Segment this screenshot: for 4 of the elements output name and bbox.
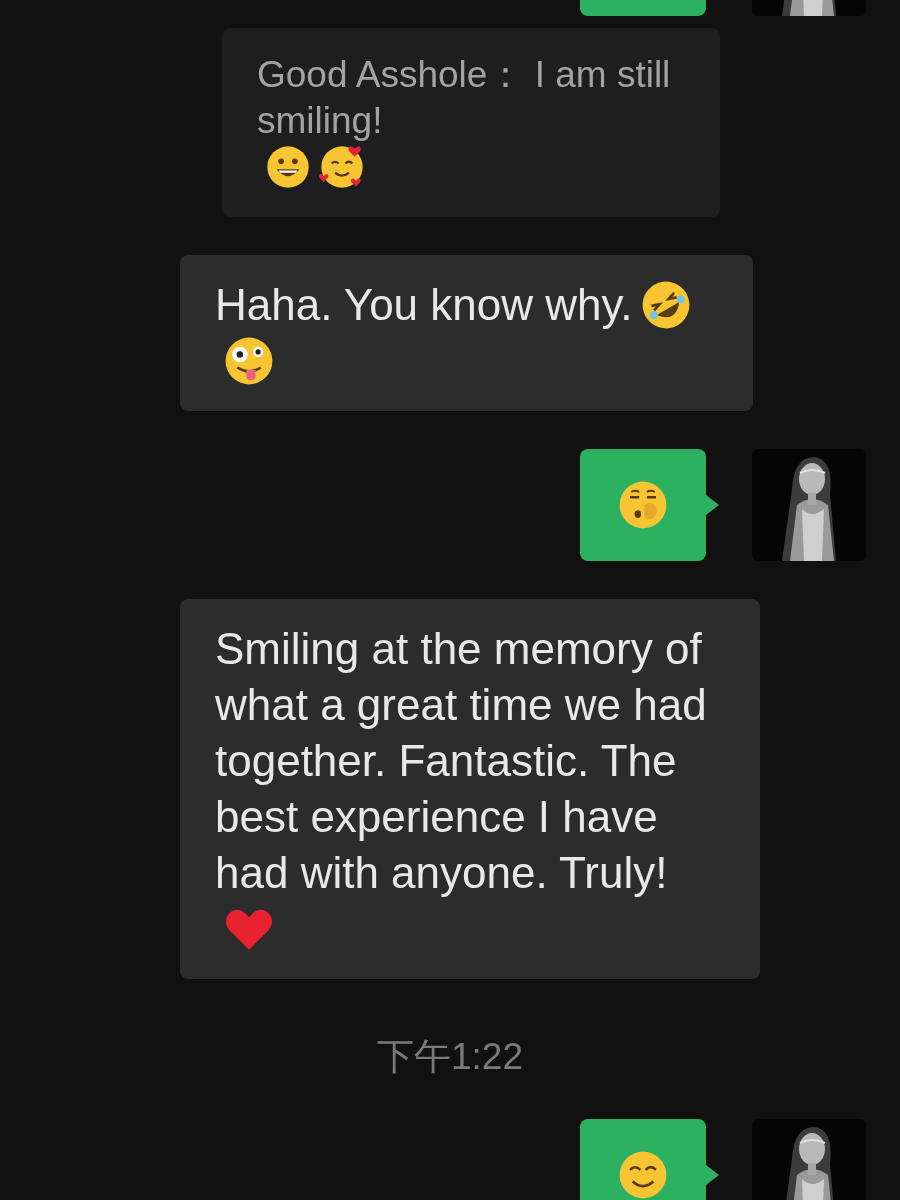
timestamp: 下午1:22 — [377, 1036, 523, 1077]
message-text: Haha. You know why. — [215, 278, 633, 331]
message-text: Good Asshole： I am still smiling! — [257, 53, 672, 143]
message-text: Smiling at the memory of what a great time we had together. Fantastic. The best experience I have had with anyone. Truly! — [215, 622, 708, 899]
